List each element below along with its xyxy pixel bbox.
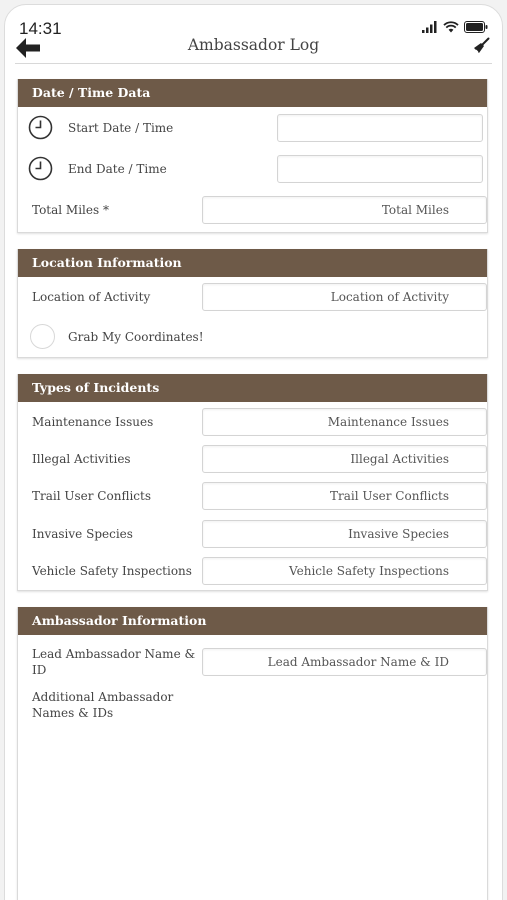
lead-ambassador-input[interactable]: Lead Ambassador Name & ID (202, 648, 487, 676)
total-miles-label: Total Miles * (32, 203, 109, 217)
additional-ambassadors-label-line2: Names & IDs (32, 706, 114, 720)
start-datetime-input[interactable] (277, 113, 483, 142)
broom-icon[interactable] (472, 37, 490, 55)
total-miles-input[interactable]: Total Miles (202, 196, 487, 224)
incidents-header: Types of Incidents (18, 374, 487, 402)
coordinates-toggle[interactable] (30, 324, 55, 349)
incident-row-maintenance: Maintenance Issues Maintenance Issues (18, 403, 487, 440)
lead-ambassador-row: Lead Ambassador Name & ID Lead Ambassado… (18, 635, 487, 689)
lead-ambassador-label: Lead Ambassador Name & ID (18, 646, 195, 678)
vehicle-safety-input[interactable]: Vehicle Safety Inspections (202, 557, 487, 586)
clock-icon (28, 115, 53, 140)
nav-divider (15, 63, 492, 64)
lead-ambassador-label-line2: ID (32, 663, 47, 677)
additional-ambassadors-label-line1: Additional Ambassador (32, 690, 174, 704)
incidents-card: Types of Incidents Maintenance Issues Ma… (17, 374, 488, 591)
location-header: Location Information (18, 249, 487, 277)
ambassador-header: Ambassador Information (18, 607, 487, 635)
incident-row-illegal: Illegal Activities Illegal Activities (18, 440, 487, 478)
invasive-species-input[interactable]: Invasive Species (202, 519, 487, 548)
datetime-header: Date / Time Data (18, 79, 487, 107)
phone-frame: 14:31 Ambassador Log Date / Time Data St… (4, 4, 503, 900)
wifi-icon (443, 21, 459, 33)
additional-ambassadors-row: Additional Ambassador Names & IDs (18, 689, 487, 729)
vehicle-safety-label: Vehicle Safety Inspections (32, 564, 192, 579)
end-datetime-input[interactable] (277, 154, 483, 183)
maintenance-issues-input[interactable]: Maintenance Issues (202, 407, 487, 436)
total-miles-row: Total Miles * Total Miles (18, 189, 487, 231)
page-title: Ambassador Log (187, 36, 320, 54)
start-datetime-row: Start Date / Time (18, 107, 487, 148)
grab-coordinates-row[interactable]: Grab My Coordinates! (18, 317, 487, 356)
illegal-activities-input[interactable]: Illegal Activities (202, 444, 487, 473)
illegal-activities-label: Illegal Activities (32, 451, 131, 466)
invasive-species-label: Invasive Species (32, 526, 133, 541)
additional-ambassadors-label: Additional Ambassador Names & IDs (18, 689, 173, 721)
incident-row-invasive: Invasive Species Invasive Species (18, 515, 487, 553)
location-activity-label: Location of Activity (32, 290, 151, 304)
trail-user-conflicts-label: Trail User Conflicts (32, 489, 151, 504)
form-content: Date / Time Data Start Date / Time End D… (17, 79, 488, 900)
clock-icon (28, 156, 53, 181)
location-card: Location Information Location of Activit… (17, 249, 488, 358)
location-activity-input[interactable]: Location of Activity (202, 283, 487, 311)
end-datetime-row: End Date / Time (18, 148, 487, 189)
trail-user-conflicts-input[interactable]: Trail User Conflicts (202, 482, 487, 511)
ambassador-card: Ambassador Information Lead Ambassador N… (17, 607, 488, 900)
grab-coordinates-label: Grab My Coordinates! (68, 329, 204, 344)
status-icons (422, 21, 488, 33)
incident-row-vehicle: Vehicle Safety Inspections Vehicle Safet… (18, 553, 487, 591)
datetime-card: Date / Time Data Start Date / Time End D… (17, 79, 488, 233)
battery-icon (464, 21, 488, 33)
signal-icon (422, 21, 437, 33)
lead-ambassador-label-line1: Lead Ambassador Name & (32, 647, 196, 661)
incident-row-conflicts: Trail User Conflicts Trail User Conflict… (18, 478, 487, 516)
location-activity-row: Location of Activity Location of Activit… (18, 277, 487, 317)
maintenance-issues-label: Maintenance Issues (32, 414, 154, 429)
